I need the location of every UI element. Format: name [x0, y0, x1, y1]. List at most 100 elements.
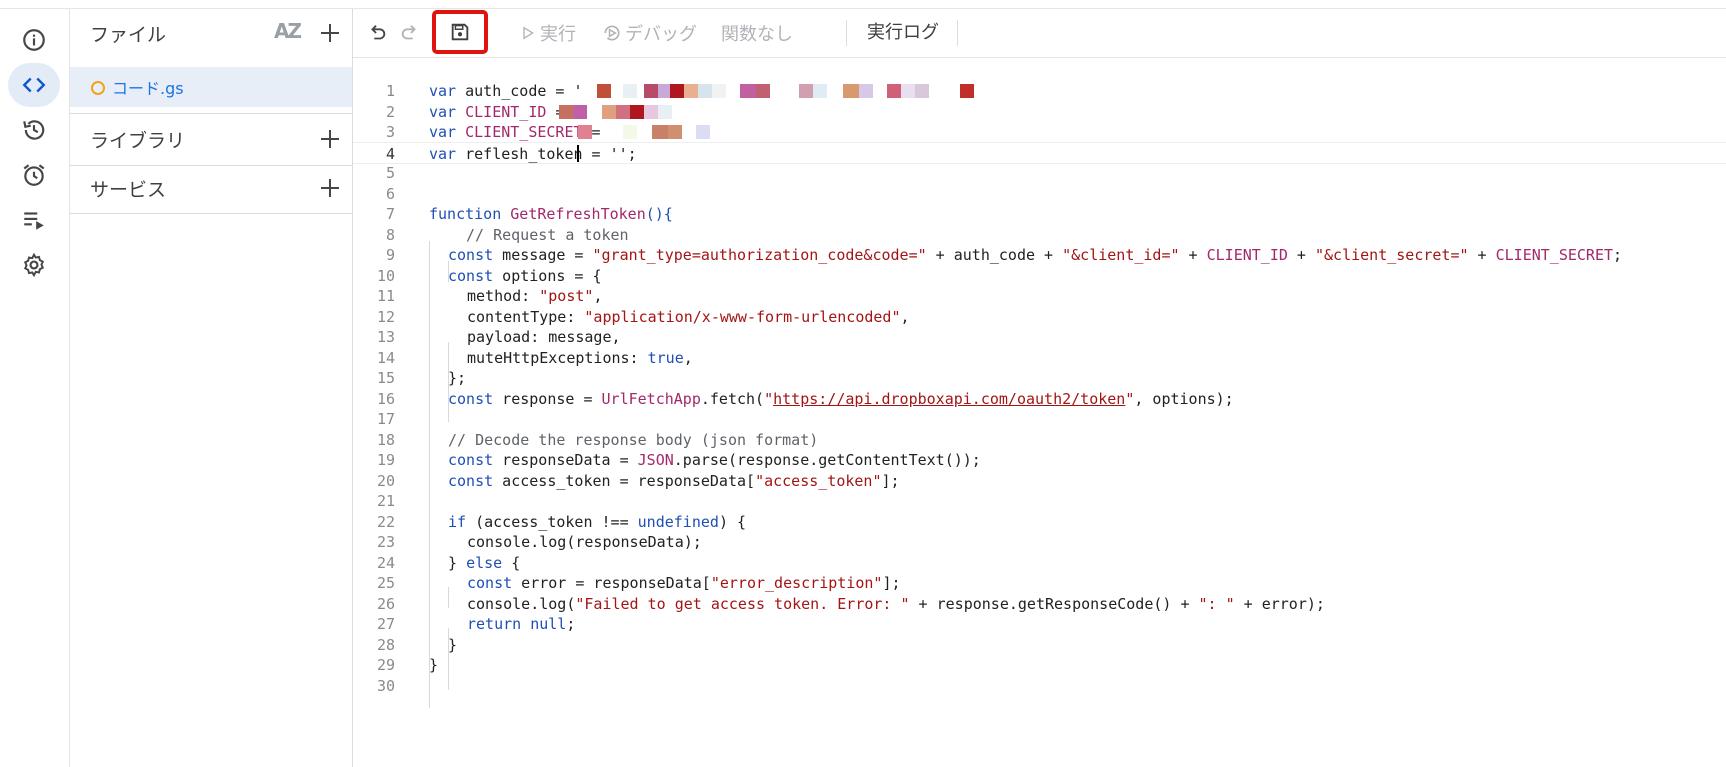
line-number: 12 — [376, 308, 395, 326]
line-number: 3 — [385, 123, 395, 141]
alarm-clock-icon — [23, 164, 45, 186]
executions-icon — [24, 212, 44, 230]
unsaved-dot-icon — [91, 81, 105, 95]
code-text: // Request a token — [466, 226, 629, 244]
code-text: function GetRefreshToken(){ — [429, 205, 673, 223]
triggers-button[interactable] — [8, 153, 60, 197]
line-number: 5 — [385, 164, 395, 182]
services-header: サービス — [70, 164, 352, 212]
overview-button[interactable] — [8, 18, 60, 62]
line-number: 17 — [376, 410, 395, 428]
code-line: 19 const responseData = JSON.parse(respo… — [353, 449, 1726, 471]
window-top-edge — [0, 0, 1726, 9]
add-file-icon[interactable] — [318, 21, 342, 45]
code-editor-icon — [22, 77, 46, 93]
editor-toolbar: 実行 デバッグ 関数なし 実行ログ — [353, 9, 1726, 58]
divider — [70, 213, 352, 214]
libraries-title: ライブラリ — [90, 129, 186, 152]
code-line: 8 // Request a token — [353, 224, 1726, 246]
line-number: 20 — [376, 472, 395, 490]
code-text: const options = { — [448, 267, 602, 285]
code-text: const responseData = JSON.parse(response… — [448, 451, 981, 469]
info-icon — [23, 29, 45, 51]
line-number: 24 — [376, 554, 395, 572]
save-button[interactable] — [432, 10, 488, 54]
line-number: 18 — [376, 431, 395, 449]
add-service-icon[interactable] — [318, 176, 342, 200]
code-line: 13 payload: message, — [353, 326, 1726, 348]
token-url-link: https://api.dropboxapi.com/oauth2/token — [773, 390, 1126, 408]
code-line: 24 } else { — [353, 552, 1726, 574]
undo-icon — [371, 25, 386, 40]
code-line: 29 } — [353, 654, 1726, 676]
code-line: 10 const options = { — [353, 265, 1726, 287]
code-line: 3 var CLIENT_SECRET = — [353, 121, 1726, 143]
undo-button[interactable] — [366, 17, 388, 49]
code-line: 15 }; — [353, 367, 1726, 389]
code-line: 22 if (access_token !== undefined) { — [353, 511, 1726, 533]
execution-log-button[interactable]: 実行ログ — [867, 17, 939, 49]
line-number: 16 — [376, 390, 395, 408]
code-text: method: "post", — [467, 287, 603, 305]
line-number: 10 — [376, 267, 395, 285]
line-number: 14 — [376, 349, 395, 367]
code-line: 11 method: "post", — [353, 285, 1726, 307]
libraries-header: ライブラリ — [70, 115, 352, 163]
run-button[interactable]: 実行 — [520, 17, 576, 49]
line-number: 25 — [376, 574, 395, 592]
code-line: 16 const response = UrlFetchApp.fetch("h… — [353, 388, 1726, 410]
line-number: 9 — [385, 246, 395, 264]
code-text: const message = "grant_type=authorizatio… — [448, 246, 1623, 264]
files-header: ファイル AZ — [70, 9, 352, 57]
settings-button[interactable] — [8, 243, 60, 287]
add-library-icon[interactable] — [318, 127, 342, 151]
code-line-current: 4 var reflesh_token = ''; — [353, 142, 1726, 164]
line-number: 23 — [376, 533, 395, 551]
code-line: 12 contentType: "application/x-www-form-… — [353, 306, 1726, 328]
code-line: 14 muteHttpExceptions: true, — [353, 347, 1726, 369]
function-select[interactable]: 関数なし — [721, 17, 793, 49]
toolbar-separator — [957, 20, 958, 46]
code-line: 21 — [353, 490, 1726, 512]
code-editor[interactable]: 1 var auth_code = ' 2 var CLIENT_ID = — [353, 58, 1726, 767]
gear-icon — [23, 252, 45, 278]
file-item-code-gs[interactable]: コード.gs — [70, 67, 352, 107]
run-label: 実行 — [540, 24, 576, 45]
executions-button[interactable] — [8, 198, 60, 242]
editor-button[interactable] — [8, 63, 60, 107]
files-title: ファイル — [90, 23, 167, 46]
code-line: 17 — [353, 408, 1726, 430]
sort-az-icon[interactable]: AZ — [274, 19, 302, 43]
debug-button[interactable]: デバッグ — [602, 17, 697, 49]
code-line: 18 // Decode the response body (json for… — [353, 429, 1726, 451]
code-text: } — [448, 636, 458, 654]
line-number: 28 — [376, 636, 395, 654]
services-title: サービス — [90, 178, 167, 201]
line-number: 21 — [376, 492, 395, 510]
files-panel: ファイル AZ コード.gs ライブラリ サービス — [70, 9, 353, 767]
line-number: 30 — [376, 677, 395, 695]
code-line: 9 const message = "grant_type=authorizat… — [353, 244, 1726, 266]
code-text: const error = responseData["error_descri… — [467, 574, 901, 592]
code-text: console.log(responseData); — [467, 533, 702, 551]
code-line: 26 console.log("Failed to get access tok… — [353, 593, 1726, 615]
line-number: 22 — [376, 513, 395, 531]
line-number: 27 — [376, 615, 395, 633]
code-text: } — [429, 656, 439, 674]
history-button[interactable] — [8, 108, 60, 152]
code-text: payload: message, — [467, 328, 621, 346]
history-icon — [23, 120, 45, 140]
line-number: 11 — [376, 287, 395, 305]
toolbar-separator — [846, 20, 847, 46]
line-number: 13 — [376, 328, 395, 346]
code-text: if (access_token !== undefined) { — [448, 513, 747, 531]
code-line: 28 } — [353, 634, 1726, 656]
code-line: 27 return null; — [353, 613, 1726, 635]
code-line: 5 — [353, 162, 1726, 184]
play-icon — [523, 26, 534, 40]
code-text: const access_token = responseData["acces… — [448, 472, 900, 490]
line-number: 1 — [385, 82, 395, 100]
redo-button[interactable] — [399, 17, 421, 49]
code-text: console.log("Failed to get access token.… — [467, 595, 1325, 613]
divider — [70, 113, 352, 114]
